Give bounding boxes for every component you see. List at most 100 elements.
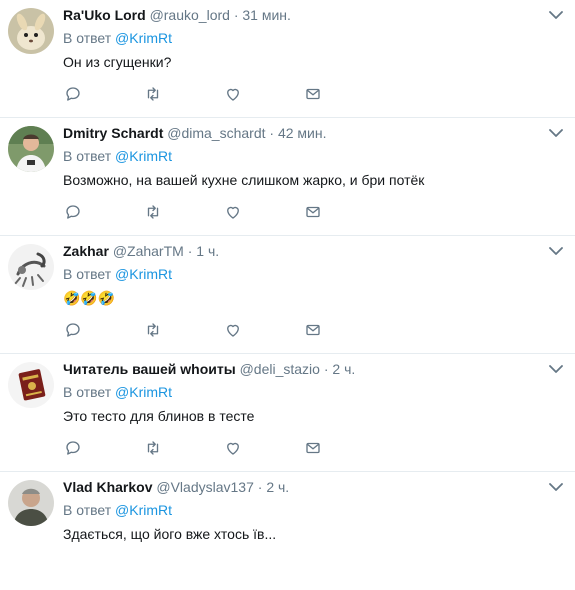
author-handle[interactable]: @ZaharTM bbox=[113, 243, 184, 259]
tweet-actions bbox=[63, 320, 333, 340]
retweet-button[interactable] bbox=[143, 320, 163, 340]
tweet-item[interactable]: Vlad Kharkov @Vladyslav137 · 2 ч. В отве… bbox=[0, 472, 575, 590]
avatar[interactable] bbox=[8, 244, 54, 290]
reply-prefix: В ответ bbox=[63, 502, 112, 518]
reply-icon bbox=[66, 205, 80, 219]
reply-context: В ответ @KrimRt bbox=[63, 383, 172, 401]
reply-icon bbox=[66, 323, 80, 337]
reply-button[interactable] bbox=[63, 320, 83, 340]
avatar-image bbox=[8, 8, 54, 54]
reply-prefix: В ответ bbox=[63, 30, 112, 46]
avatar-image bbox=[8, 480, 54, 526]
author-handle[interactable]: @deli_stazio bbox=[240, 361, 320, 377]
author-handle[interactable]: @Vladyslav137 bbox=[156, 479, 254, 495]
retweet-icon bbox=[147, 87, 159, 101]
tweet-item[interactable]: Ra'Uko Lord @rauko_lord · 31 мин. В отве… bbox=[0, 0, 575, 118]
avatar[interactable] bbox=[8, 480, 54, 526]
tweet-header: Vlad Kharkov @Vladyslav137 · 2 ч. bbox=[63, 478, 289, 496]
tweet-actions bbox=[63, 202, 333, 222]
like-button[interactable] bbox=[223, 202, 243, 222]
retweet-icon bbox=[147, 205, 159, 219]
tweet-actions bbox=[63, 84, 333, 104]
author-name[interactable]: Читатель вашей whoиты bbox=[63, 361, 236, 377]
reply-prefix: В ответ bbox=[63, 266, 112, 282]
chevron-down-icon[interactable] bbox=[549, 128, 563, 138]
retweet-button[interactable] bbox=[143, 438, 163, 458]
tweet-item[interactable]: Dmitry Schardt @dima_schardt · 42 мин. В… bbox=[0, 118, 575, 236]
like-button[interactable] bbox=[223, 320, 243, 340]
avatar[interactable] bbox=[8, 126, 54, 172]
tweet-text: Это тесто для блинов в тесте bbox=[63, 408, 255, 424]
reply-icon bbox=[66, 441, 80, 455]
separator-dot: · bbox=[269, 125, 275, 141]
author-handle[interactable]: @dima_schardt bbox=[167, 125, 265, 141]
mention-link[interactable]: @KrimRt bbox=[115, 148, 172, 164]
avatar-image bbox=[8, 126, 54, 172]
mention-link[interactable]: @KrimRt bbox=[115, 266, 172, 282]
timestamp[interactable]: 1 ч. bbox=[196, 243, 219, 259]
author-handle[interactable]: @rauko_lord bbox=[150, 7, 230, 23]
like-button[interactable] bbox=[223, 438, 243, 458]
author-name[interactable]: Ra'Uko Lord bbox=[63, 7, 146, 23]
author-name[interactable]: Dmitry Schardt bbox=[63, 125, 163, 141]
reply-button[interactable] bbox=[63, 202, 83, 222]
tweet-header: Zakhar @ZaharTM · 1 ч. bbox=[63, 242, 219, 260]
retweet-button[interactable] bbox=[143, 84, 163, 104]
author-name[interactable]: Zakhar bbox=[63, 243, 109, 259]
timestamp[interactable]: 2 ч. bbox=[266, 479, 289, 495]
chevron-down-icon[interactable] bbox=[549, 10, 563, 20]
heart-icon bbox=[227, 206, 239, 219]
envelope-icon bbox=[306, 324, 320, 336]
tweet-header: Ra'Uko Lord @rauko_lord · 31 мин. bbox=[63, 6, 291, 24]
avatar[interactable] bbox=[8, 362, 54, 408]
avatar[interactable] bbox=[8, 8, 54, 54]
like-button[interactable] bbox=[223, 84, 243, 104]
separator-dot: · bbox=[323, 361, 329, 377]
heart-icon bbox=[227, 442, 239, 455]
timestamp[interactable]: 2 ч. bbox=[332, 361, 355, 377]
tweet-text: 🤣🤣🤣 bbox=[63, 290, 116, 306]
avatar-image bbox=[8, 244, 54, 290]
chevron-down-icon[interactable] bbox=[549, 246, 563, 256]
tweet-header: Читатель вашей whoиты @deli_stazio · 2 ч… bbox=[63, 360, 355, 378]
chevron-down-icon[interactable] bbox=[549, 364, 563, 374]
reply-prefix: В ответ bbox=[63, 384, 112, 400]
heart-icon bbox=[227, 324, 239, 337]
reply-prefix: В ответ bbox=[63, 148, 112, 164]
mention-link[interactable]: @KrimRt bbox=[115, 384, 172, 400]
direct-message-button[interactable] bbox=[303, 320, 323, 340]
chevron-down-icon[interactable] bbox=[549, 482, 563, 492]
reply-button[interactable] bbox=[63, 84, 83, 104]
mention-link[interactable]: @KrimRt bbox=[115, 30, 172, 46]
tweet-text: Здається, що його вже хтось їв... bbox=[63, 526, 277, 542]
tweet-item[interactable]: Читатель вашей whoиты @deli_stazio · 2 ч… bbox=[0, 354, 575, 472]
timestamp[interactable]: 42 мин. bbox=[278, 125, 327, 141]
timestamp[interactable]: 31 мин. bbox=[242, 7, 291, 23]
reply-context: В ответ @KrimRt bbox=[63, 29, 172, 47]
direct-message-button[interactable] bbox=[303, 202, 323, 222]
reply-button[interactable] bbox=[63, 438, 83, 458]
avatar-image bbox=[8, 362, 54, 408]
tweet-text: Он из сгущенки? bbox=[63, 54, 172, 70]
envelope-icon bbox=[306, 206, 320, 218]
retweet-button[interactable] bbox=[143, 202, 163, 222]
reply-context: В ответ @KrimRt bbox=[63, 501, 172, 519]
replies-feed: Ra'Uko Lord @rauko_lord · 31 мин. В отве… bbox=[0, 0, 575, 590]
separator-dot: · bbox=[257, 479, 263, 495]
tweet-actions bbox=[63, 438, 333, 458]
separator-dot: · bbox=[187, 243, 193, 259]
retweet-icon bbox=[147, 441, 159, 455]
retweet-icon bbox=[147, 323, 159, 337]
reply-context: В ответ @KrimRt bbox=[63, 147, 172, 165]
mention-link[interactable]: @KrimRt bbox=[115, 502, 172, 518]
reply-context: В ответ @KrimRt bbox=[63, 265, 172, 283]
tweet-item[interactable]: Zakhar @ZaharTM · 1 ч. В ответ @KrimRt 🤣… bbox=[0, 236, 575, 354]
direct-message-button[interactable] bbox=[303, 84, 323, 104]
tweet-text: Возможно, на вашей кухне слишком жарко, … bbox=[63, 172, 425, 188]
tweet-header: Dmitry Schardt @dima_schardt · 42 мин. bbox=[63, 124, 327, 142]
separator-dot: · bbox=[233, 7, 239, 23]
reply-icon bbox=[66, 87, 80, 101]
direct-message-button[interactable] bbox=[303, 438, 323, 458]
author-name[interactable]: Vlad Kharkov bbox=[63, 479, 152, 495]
envelope-icon bbox=[306, 442, 320, 454]
